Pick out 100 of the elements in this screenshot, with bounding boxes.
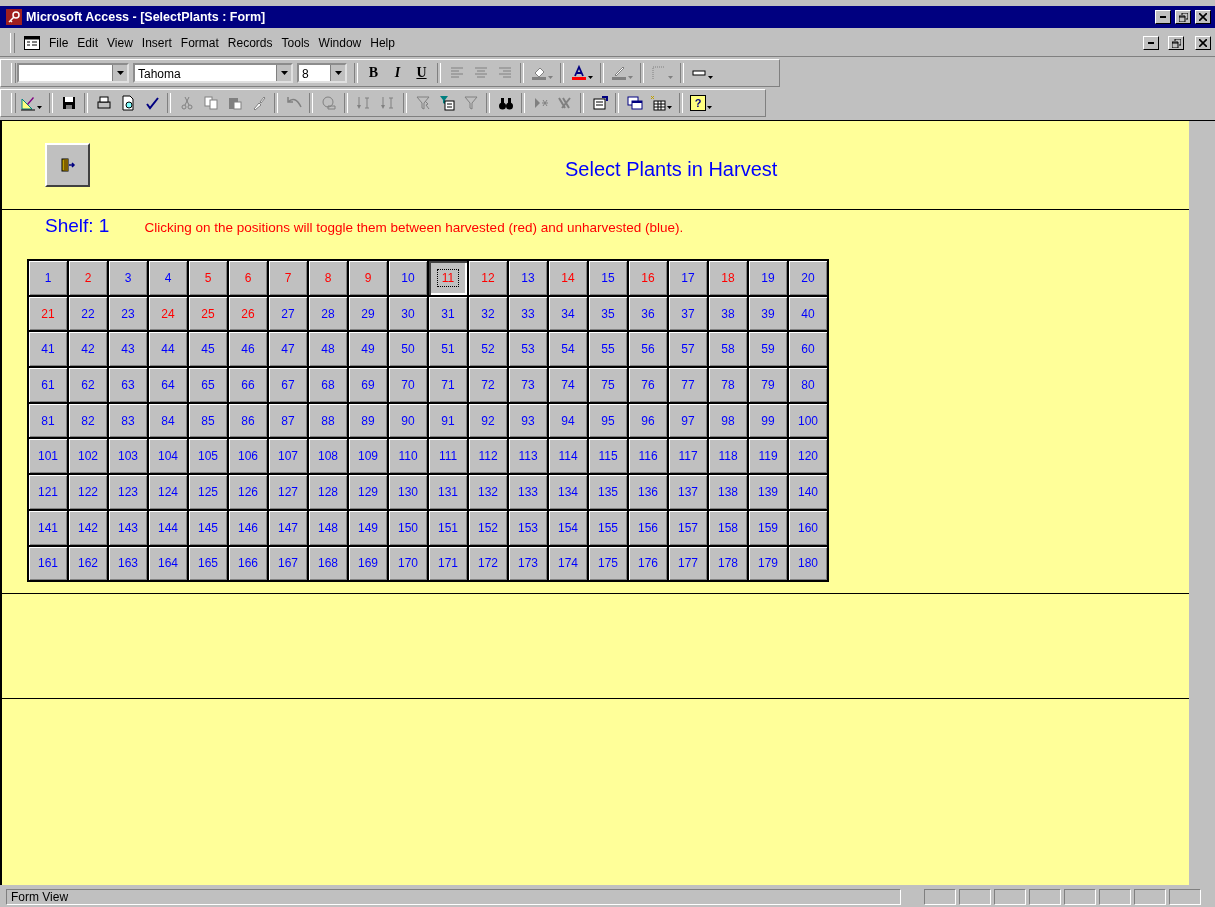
position-button[interactable]: 121: [28, 474, 68, 510]
position-button[interactable]: 159: [748, 509, 788, 546]
position-button[interactable]: 73: [508, 367, 548, 403]
position-button[interactable]: 150: [388, 509, 428, 546]
position-button[interactable]: 160: [788, 509, 828, 546]
position-button[interactable]: 95: [588, 402, 628, 439]
font-dropdown[interactable]: Tahoma: [133, 63, 293, 83]
minimize-button[interactable]: [1143, 36, 1159, 50]
position-button[interactable]: 10: [388, 260, 428, 296]
position-button[interactable]: 70: [388, 367, 428, 403]
position-button[interactable]: 155: [588, 509, 628, 546]
position-button[interactable]: 46: [228, 331, 268, 368]
position-button[interactable]: 166: [228, 545, 268, 582]
position-button[interactable]: 72: [468, 367, 508, 403]
position-button[interactable]: 77: [668, 367, 708, 403]
position-button[interactable]: 50: [388, 331, 428, 368]
position-button[interactable]: 45: [188, 331, 228, 368]
close-button[interactable]: [1195, 10, 1211, 24]
close-button[interactable]: [1195, 36, 1211, 50]
position-button[interactable]: 98: [708, 402, 748, 439]
position-button[interactable]: 49: [348, 331, 388, 368]
position-button[interactable]: 27: [268, 295, 308, 332]
position-button[interactable]: 62: [68, 367, 108, 403]
position-button[interactable]: 178: [708, 545, 748, 582]
position-button[interactable]: 154: [548, 509, 588, 546]
help-button[interactable]: ?: [687, 92, 715, 114]
position-button[interactable]: 99: [748, 402, 788, 439]
position-button[interactable]: 66: [228, 367, 268, 403]
position-button[interactable]: 151: [428, 509, 468, 546]
position-button[interactable]: 123: [108, 474, 148, 510]
position-button[interactable]: 114: [548, 438, 588, 475]
position-button[interactable]: 119: [748, 438, 788, 475]
position-button[interactable]: 44: [148, 331, 188, 368]
position-button[interactable]: 133: [508, 474, 548, 510]
position-button[interactable]: 43: [108, 331, 148, 368]
menu-item[interactable]: Help: [370, 36, 395, 50]
exit-button[interactable]: [45, 143, 90, 187]
italic-button[interactable]: I: [386, 62, 409, 84]
position-button[interactable]: 170: [388, 545, 428, 582]
position-button[interactable]: 52: [468, 331, 508, 368]
menu-item[interactable]: Edit: [77, 36, 99, 50]
menu-item[interactable]: Insert: [141, 36, 172, 50]
position-button[interactable]: 120: [788, 438, 828, 475]
position-button[interactable]: 157: [668, 509, 708, 546]
position-button[interactable]: 87: [268, 402, 308, 439]
position-button[interactable]: 177: [668, 545, 708, 582]
position-button[interactable]: 81: [28, 402, 68, 439]
restore-button[interactable]: [1168, 36, 1184, 50]
position-button[interactable]: 141: [28, 509, 68, 546]
position-button[interactable]: 82: [68, 402, 108, 439]
position-button[interactable]: 105: [188, 438, 228, 475]
position-button[interactable]: 103: [108, 438, 148, 475]
position-button[interactable]: 137: [668, 474, 708, 510]
position-button[interactable]: 132: [468, 474, 508, 510]
position-button[interactable]: 38: [708, 295, 748, 332]
position-button[interactable]: 40: [788, 295, 828, 332]
position-button[interactable]: 156: [628, 509, 668, 546]
position-button[interactable]: 142: [68, 509, 108, 546]
position-button[interactable]: 161: [28, 545, 68, 582]
position-button[interactable]: 135: [588, 474, 628, 510]
position-button[interactable]: 80: [788, 367, 828, 403]
position-button[interactable]: 22: [68, 295, 108, 332]
position-button[interactable]: 74: [548, 367, 588, 403]
position-button[interactable]: 56: [628, 331, 668, 368]
position-button[interactable]: 17: [668, 260, 708, 296]
position-button[interactable]: 145: [188, 509, 228, 546]
position-button[interactable]: 118: [708, 438, 748, 475]
position-button[interactable]: 144: [148, 509, 188, 546]
position-button[interactable]: 115: [588, 438, 628, 475]
position-button[interactable]: 58: [708, 331, 748, 368]
menu-item[interactable]: Window: [318, 36, 362, 50]
position-button[interactable]: 128: [308, 474, 348, 510]
position-button[interactable]: 139: [748, 474, 788, 510]
position-button[interactable]: 41: [28, 331, 68, 368]
position-button[interactable]: 164: [148, 545, 188, 582]
restore-button[interactable]: [1175, 10, 1191, 24]
position-button[interactable]: 108: [308, 438, 348, 475]
object-dropdown[interactable]: [17, 63, 129, 83]
position-button[interactable]: 110: [388, 438, 428, 475]
position-button[interactable]: 107: [268, 438, 308, 475]
position-button[interactable]: 3: [108, 260, 148, 296]
position-button[interactable]: 4: [148, 260, 188, 296]
position-button[interactable]: 130: [388, 474, 428, 510]
menu-item[interactable]: File: [49, 36, 69, 50]
position-button[interactable]: 63: [108, 367, 148, 403]
position-button[interactable]: 1: [28, 260, 68, 296]
position-button[interactable]: 53: [508, 331, 548, 368]
position-button[interactable]: 83: [108, 402, 148, 439]
position-button[interactable]: 109: [348, 438, 388, 475]
position-button[interactable]: 163: [108, 545, 148, 582]
menu-item[interactable]: Format: [180, 36, 219, 50]
position-button[interactable]: 152: [468, 509, 508, 546]
position-button[interactable]: 171: [428, 545, 468, 582]
position-button[interactable]: 153: [508, 509, 548, 546]
position-button[interactable]: 88: [308, 402, 348, 439]
position-button[interactable]: 48: [308, 331, 348, 368]
position-button[interactable]: 173: [508, 545, 548, 582]
menu-item[interactable]: Records: [227, 36, 273, 50]
position-button[interactable]: 175: [588, 545, 628, 582]
position-button[interactable]: 78: [708, 367, 748, 403]
